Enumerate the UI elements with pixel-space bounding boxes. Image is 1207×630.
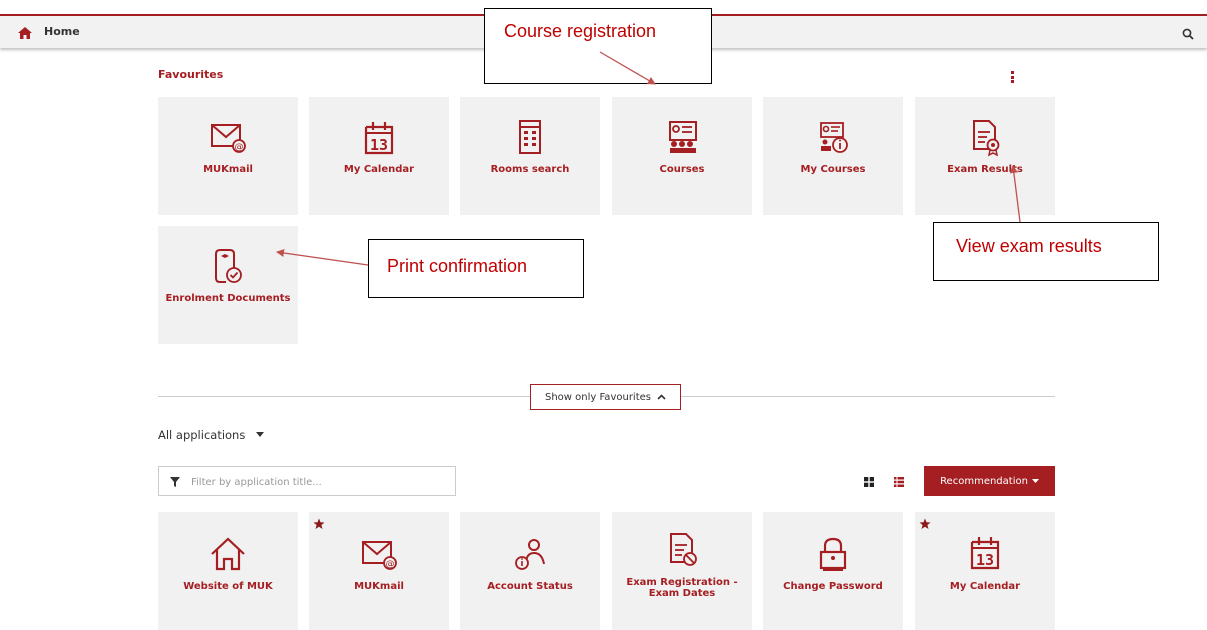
tile-mukmail[interactable]: @ MUKmail	[158, 97, 298, 215]
callout-text: Course registration	[504, 21, 657, 41]
tile-label: Rooms search	[490, 164, 570, 175]
svg-text:@: @	[235, 143, 244, 153]
tile-label: Website of MUK	[183, 581, 273, 592]
callout-view-exam-results: View exam results	[933, 222, 1159, 281]
exam-registration-icon	[670, 533, 697, 566]
favourite-star-icon[interactable]	[919, 518, 931, 530]
caret-down-icon	[1031, 479, 1039, 483]
all-applications-label: All applications	[158, 428, 246, 442]
tile-label: MUKmail	[203, 164, 253, 175]
tile-rooms-search[interactable]: Rooms search	[460, 97, 600, 215]
home-icon[interactable]	[17, 26, 33, 40]
house-icon	[211, 537, 245, 571]
my-courses-icon	[820, 122, 848, 153]
svg-text:@: @	[386, 560, 395, 570]
tile-my-calendar[interactable]: 13 My Calendar	[309, 97, 449, 215]
calendar-icon: 13	[364, 122, 394, 155]
calendar-icon: 13	[970, 537, 1000, 570]
filter-input[interactable]	[189, 473, 443, 491]
callout-course-registration: Course registration	[484, 8, 712, 84]
tile-exam-results[interactable]: Exam Results	[915, 97, 1055, 215]
chevron-up-icon	[657, 394, 666, 400]
tile-label: MUKmail	[354, 581, 404, 592]
building-icon	[519, 120, 541, 154]
favourites-title: Favourites	[158, 68, 224, 81]
tile-label: Exam Results	[947, 164, 1023, 175]
account-status-icon	[515, 539, 545, 570]
app-tile-exam-registration[interactable]: Exam Registration - Exam Dates	[612, 512, 752, 630]
divider-left	[158, 396, 530, 397]
filter-icon	[170, 477, 180, 487]
tile-label: My Calendar	[343, 164, 415, 175]
tile-label: My Courses	[800, 164, 866, 175]
app-tile-my-calendar[interactable]: 13 My Calendar	[915, 512, 1055, 630]
enrolment-documents-icon	[215, 249, 242, 283]
tile-enrolment-documents[interactable]: Enrolment Documents	[158, 226, 298, 344]
recommendation-dropdown-button[interactable]: Recommendation	[924, 466, 1055, 496]
svg-text:13: 13	[370, 136, 388, 154]
app-tile-mukmail[interactable]: @ MUKmail	[309, 512, 449, 630]
callout-text: Print confirmation	[387, 256, 528, 276]
mail-icon: @	[211, 124, 246, 153]
callout-text: View exam results	[956, 236, 1102, 256]
tile-label: My Calendar	[949, 581, 1021, 592]
tile-label: Account Status	[487, 581, 573, 592]
tile-label: Change Password	[783, 581, 883, 592]
tile-label: Exam Registration - Exam Dates	[626, 577, 738, 599]
caret-down-icon	[256, 432, 264, 437]
app-tile-account-status[interactable]: Account Status	[460, 512, 600, 630]
divider-right	[681, 396, 1055, 397]
svg-text:13: 13	[976, 551, 994, 569]
tile-courses[interactable]: Courses	[612, 97, 752, 215]
list-view-icon[interactable]	[894, 477, 904, 487]
app-tile-website[interactable]: Website of MUK	[158, 512, 298, 630]
kebab-menu-icon[interactable]	[1011, 71, 1015, 83]
app-tile-change-password[interactable]: Change Password	[763, 512, 903, 630]
courses-icon	[669, 121, 697, 153]
all-applications-dropdown[interactable]: All applications	[158, 428, 264, 442]
lock-icon	[819, 537, 847, 571]
tile-my-courses[interactable]: My Courses	[763, 97, 903, 215]
exam-results-icon	[973, 120, 1000, 157]
show-only-favourites-label: Show only Favourites	[544, 391, 651, 403]
callout-print-confirmation: Print confirmation	[368, 239, 584, 298]
tile-label: Enrolment Documents	[165, 293, 291, 304]
filter-field[interactable]	[158, 466, 456, 496]
recommendation-label: Recommendation	[940, 475, 1028, 487]
search-icon[interactable]	[1182, 28, 1194, 40]
grid-view-icon[interactable]	[864, 477, 874, 487]
mail-icon: @	[362, 541, 397, 570]
show-only-favourites-button[interactable]: Show only Favourites	[530, 384, 681, 410]
home-link[interactable]: Home	[44, 25, 80, 38]
tile-label: Courses	[659, 164, 705, 175]
favourite-star-icon[interactable]	[313, 518, 325, 530]
